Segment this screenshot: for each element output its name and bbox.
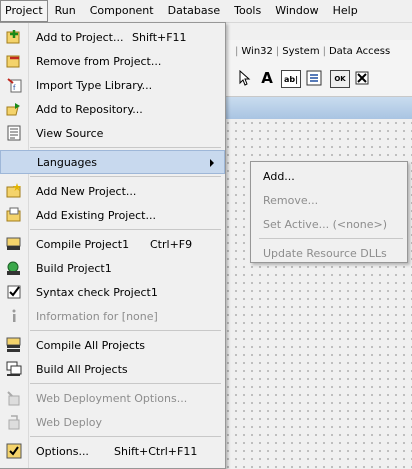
submenu-item-set-active[interactable]: Set Active... (<none>) (251, 212, 407, 236)
menu-item-label: Languages (37, 155, 98, 169)
palette-tab-win32[interactable]: Win32 (241, 46, 273, 57)
menu-database[interactable]: Database (161, 0, 228, 22)
add-to-project-icon (6, 29, 22, 45)
menu-item-compile-project[interactable]: Compile Project1 Ctrl+F9 (0, 232, 225, 256)
submenu-item-add[interactable]: Add... (251, 164, 407, 188)
menu-item-shortcut: Shift+Ctrl+F11 (114, 444, 198, 458)
menu-item-options[interactable]: Options... Shift+Ctrl+F11 (0, 439, 225, 463)
menu-component[interactable]: Component (83, 0, 161, 22)
menu-item-web-deploy[interactable]: Web Deploy (0, 410, 225, 434)
build-all-icon (6, 361, 22, 377)
menu-item-syntax-check[interactable]: Syntax check Project1 (0, 280, 225, 304)
edit-icon[interactable]: ab| (281, 70, 301, 88)
menu-item-remove-from-project[interactable]: Remove from Project... (0, 49, 225, 73)
menu-item-build-all-projects[interactable]: Build All Projects (0, 357, 225, 381)
menu-item-label: Web Deployment Options... (36, 391, 188, 405)
checkbox-icon[interactable] (353, 70, 371, 86)
cursor-arrow-icon[interactable] (236, 70, 254, 86)
menu-separator (30, 147, 221, 148)
menu-item-add-to-project[interactable]: Add to Project... Shift+F11 (0, 25, 225, 49)
menu-item-label: Add Existing Project... (36, 208, 156, 222)
menu-item-label: Syntax check Project1 (36, 285, 158, 299)
menu-tools[interactable]: Tools (227, 0, 268, 22)
menu-item-add-new-project[interactable]: Add New Project... (0, 179, 225, 203)
palette-tab-data-access[interactable]: Data Access (329, 46, 390, 57)
submenu-item-remove[interactable]: Remove... (251, 188, 407, 212)
menu-separator (30, 436, 221, 437)
web-deployment-options-icon (6, 390, 22, 406)
menu-item-label: Import Type Library... (36, 78, 153, 92)
submenu-item-label: Set Active... (<none>) (263, 217, 388, 231)
submenu-arrow-icon (210, 159, 214, 167)
button-icon[interactable]: OK (330, 70, 350, 88)
menu-item-label: Web Deploy (36, 415, 102, 429)
menu-item-label: Build Project1 (36, 261, 112, 275)
menu-item-label: Information for [none] (36, 309, 158, 323)
menu-item-label: Add New Project... (36, 184, 137, 198)
menu-separator (30, 229, 221, 230)
menu-separator (30, 330, 221, 331)
menu-item-add-existing-project[interactable]: Add Existing Project... (0, 203, 225, 227)
menu-item-build-project[interactable]: Build Project1 (0, 256, 225, 280)
compile-all-icon (6, 337, 22, 353)
menu-item-shortcut: Shift+F11 (132, 30, 187, 44)
menu-item-compile-all-projects[interactable]: Compile All Projects (0, 333, 225, 357)
menu-item-label: View Source (36, 126, 104, 140)
submenu-item-label: Update Resource DLLs (263, 246, 387, 260)
memo-icon[interactable] (305, 70, 323, 86)
label-icon[interactable]: A (258, 69, 276, 87)
import-type-library-icon: f (6, 77, 22, 93)
project-menu-dropdown: Add to Project... Shift+F11 Remove from … (0, 22, 226, 469)
submenu-item-label: Add... (263, 169, 295, 183)
build-project-icon (6, 260, 22, 276)
menu-item-label: Build All Projects (36, 362, 128, 376)
palette-tab-system[interactable]: System (282, 46, 319, 57)
syntax-check-icon (6, 284, 22, 300)
add-to-repository-icon (6, 101, 22, 117)
menu-item-label: Options... (36, 444, 89, 458)
menu-item-label: Compile Project1 (36, 237, 130, 251)
languages-submenu: Add... Remove... Set Active... (<none>) … (250, 161, 408, 263)
menu-item-label: Add to Project... (36, 30, 124, 44)
menu-run[interactable]: Run (48, 0, 83, 22)
menu-help[interactable]: Help (326, 0, 365, 22)
menu-separator (259, 238, 403, 239)
menu-bar: Project Run Component Database Tools Win… (0, 0, 412, 23)
menu-item-label: Add to Repository... (36, 102, 143, 116)
menu-item-languages[interactable]: Languages (0, 150, 225, 174)
menu-item-information[interactable]: Information for [none] (0, 304, 225, 328)
compile-project-icon (6, 236, 22, 252)
submenu-item-label: Remove... (263, 193, 319, 207)
add-new-project-icon (6, 183, 22, 199)
menu-item-web-deployment-options[interactable]: Web Deployment Options... (0, 386, 225, 410)
menu-item-import-type-library[interactable]: f Import Type Library... (0, 73, 225, 97)
add-existing-project-icon (6, 207, 22, 223)
remove-from-project-icon (6, 53, 22, 69)
menu-separator (30, 176, 221, 177)
menu-item-label: Remove from Project... (36, 54, 162, 68)
menu-separator (30, 383, 221, 384)
submenu-item-update-resource-dlls[interactable]: Update Resource DLLs (251, 241, 407, 265)
menu-item-view-source[interactable]: View Source (0, 121, 225, 145)
view-source-icon (6, 125, 22, 141)
information-icon (6, 308, 22, 324)
menu-item-label: Compile All Projects (36, 338, 145, 352)
web-deploy-icon (6, 414, 22, 430)
options-icon (6, 443, 22, 459)
menu-window[interactable]: Window (268, 0, 325, 22)
menu-item-add-to-repository[interactable]: Add to Repository... (0, 97, 225, 121)
menu-project[interactable]: Project (0, 0, 48, 22)
menu-item-shortcut: Ctrl+F9 (150, 237, 193, 251)
